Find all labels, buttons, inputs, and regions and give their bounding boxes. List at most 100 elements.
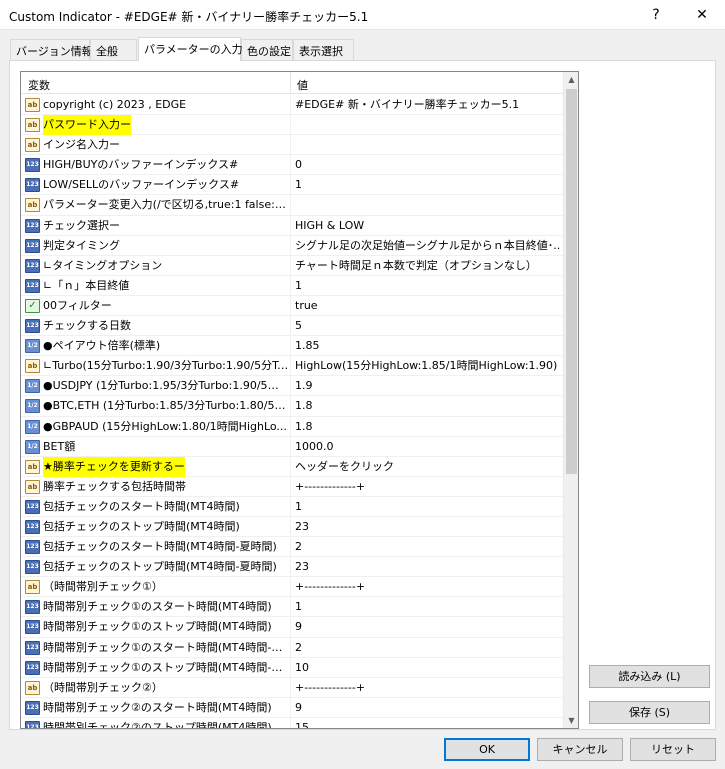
table-row[interactable]: 123 包括チェックのスタート時間(MT4時間) 1 bbox=[21, 496, 563, 517]
variable-cell[interactable]: ab ∟Turbo(15分Turbo:1.90/3分Turbo:1.90/5分Tu… bbox=[21, 356, 291, 377]
variable-cell[interactable]: 123 チェックする日数 bbox=[21, 316, 291, 337]
load-button[interactable]: 読み込み (L) bbox=[589, 665, 710, 688]
variable-cell[interactable]: 1/2 ●ペイアウト倍率(標準) bbox=[21, 336, 291, 357]
value-cell[interactable]: シグナル足の次足始値ーシグナル足からｎ本目終値･.. bbox=[291, 236, 563, 256]
variable-cell[interactable]: 1/2 ●USDJPY (1分Turbo:1.95/3分Turbo:1.90/5分… bbox=[21, 376, 291, 397]
cancel-button[interactable]: キャンセル bbox=[537, 738, 623, 761]
ok-button[interactable]: OK bbox=[444, 738, 530, 761]
tab-version-info[interactable]: バージョン情報 bbox=[10, 39, 93, 60]
table-row[interactable]: 123 LOW/SELLのバッファーインデックス# 1 bbox=[21, 175, 563, 196]
value-cell[interactable]: 0 bbox=[291, 155, 563, 175]
value-cell[interactable]: +-------------+ bbox=[291, 477, 563, 497]
help-button[interactable]: ? bbox=[633, 0, 679, 30]
table-row[interactable]: ab パラメーター変更入力(/で区切る,true:1 false:0)ー bbox=[21, 195, 563, 216]
variable-cell[interactable]: 123 ∟「ｎ」本目終値 bbox=[21, 275, 291, 296]
table-row[interactable]: 123 時間帯別チェック②のストップ時間(MT4時間) 15 bbox=[21, 717, 563, 728]
table-row[interactable]: 123 包括チェックのストップ時間(MT4時間-夏時間) 23 bbox=[21, 557, 563, 578]
variable-cell[interactable]: ab ★勝率チェックを更新するー bbox=[21, 456, 291, 477]
table-row[interactable]: 123 時間帯別チェック①のストップ時間(MT4時間) 9 bbox=[21, 617, 563, 638]
variable-cell[interactable]: 123 時間帯別チェック②のストップ時間(MT4時間) bbox=[21, 717, 291, 728]
scroll-up-icon[interactable]: ▲ bbox=[564, 72, 578, 87]
tab-display-select[interactable]: 表示選択 bbox=[293, 39, 354, 60]
save-button[interactable]: 保存 (S) bbox=[589, 701, 710, 724]
table-row[interactable]: ab （時間帯別チェック①） +-------------+ bbox=[21, 577, 563, 598]
value-cell[interactable]: 1 bbox=[291, 276, 563, 296]
variable-cell[interactable]: ab インジ名入力ー bbox=[21, 135, 291, 156]
vertical-scrollbar[interactable]: ▲ ▼ bbox=[563, 72, 578, 728]
variable-cell[interactable]: ab 勝率チェックする包括時間帯 bbox=[21, 476, 291, 497]
variable-cell[interactable]: 123 LOW/SELLのバッファーインデックス# bbox=[21, 175, 291, 196]
table-row[interactable]: 1/2 ●BTC,ETH (1分Turbo:1.85/3分Turbo:1.80/5… bbox=[21, 396, 563, 417]
variable-cell[interactable]: ab （時間帯別チェック①） bbox=[21, 577, 291, 598]
value-cell[interactable]: 1 bbox=[291, 497, 563, 517]
tab-general[interactable]: 全般 bbox=[90, 39, 137, 60]
variable-cell[interactable]: 123 時間帯別チェック①のストップ時間(MT4時間-夏･.. bbox=[21, 657, 291, 678]
value-cell[interactable]: 10 bbox=[291, 658, 563, 678]
value-cell[interactable]: 1000.0 bbox=[291, 437, 563, 457]
variable-cell[interactable]: 123 包括チェックのスタート時間(MT4時間) bbox=[21, 496, 291, 517]
table-row[interactable]: ✓ 00フィルター true bbox=[21, 295, 563, 317]
value-cell[interactable] bbox=[291, 135, 563, 155]
variable-cell[interactable]: 123 ∟タイミングオプション bbox=[21, 255, 291, 276]
table-row[interactable]: 123 HIGH/BUYのバッファーインデックス# 0 bbox=[21, 155, 563, 176]
column-header-variable[interactable]: 変数 bbox=[28, 77, 50, 93]
table-row[interactable]: 123 ∟タイミングオプション チャート時間足ｎ本数で判定（オプションなし） bbox=[21, 255, 563, 276]
value-cell[interactable]: 5 bbox=[291, 316, 563, 336]
value-cell[interactable]: 1.8 bbox=[291, 417, 563, 437]
variable-cell[interactable]: 123 チェック選択ー bbox=[21, 215, 291, 236]
table-row[interactable]: 123 包括チェックのストップ時間(MT4時間) 23 bbox=[21, 516, 563, 538]
variable-cell[interactable]: 123 時間帯別チェック②のスタート時間(MT4時間) bbox=[21, 697, 291, 718]
table-row[interactable]: 1/2 BET額 1000.0 bbox=[21, 436, 563, 457]
value-cell[interactable]: 15 bbox=[291, 718, 563, 728]
table-row[interactable]: 123 判定タイミング シグナル足の次足始値ーシグナル足からｎ本目終値･.. bbox=[21, 235, 563, 256]
table-row[interactable]: ab copyright (c) 2023 , EDGE #EDGE# 新・バイナリ… bbox=[21, 95, 563, 116]
table-row[interactable]: ab ∟Turbo(15分Turbo:1.90/3分Turbo:1.90/5分Tu… bbox=[21, 356, 563, 377]
variable-cell[interactable]: ab copyright (c) 2023 , EDGE bbox=[21, 95, 291, 115]
table-row[interactable]: 123 チェックする日数 5 bbox=[21, 316, 563, 337]
variable-cell[interactable]: ab パスワード入力ー bbox=[21, 115, 291, 136]
variable-cell[interactable]: 123 包括チェックのストップ時間(MT4時間) bbox=[21, 516, 291, 537]
table-row[interactable]: ab インジ名入力ー bbox=[21, 135, 563, 156]
column-header-value[interactable]: 値 bbox=[297, 77, 308, 93]
table-row[interactable]: 123 ∟「ｎ」本目終値 1 bbox=[21, 275, 563, 296]
tab-parameters[interactable]: パラメーターの入力 bbox=[138, 37, 243, 61]
table-row[interactable]: 1/2 ●GBPAUD (15分HighLow:1.80/1時間HighLo...… bbox=[21, 416, 563, 437]
table-row[interactable]: 123 時間帯別チェック②のスタート時間(MT4時間) 9 bbox=[21, 697, 563, 718]
table-row[interactable]: 123 包括チェックのスタート時間(MT4時間-夏時間) 2 bbox=[21, 537, 563, 558]
value-cell[interactable]: 9 bbox=[291, 617, 563, 637]
value-cell[interactable]: +-------------+ bbox=[291, 678, 563, 698]
scroll-thumb[interactable] bbox=[566, 89, 577, 474]
value-cell[interactable]: 2 bbox=[291, 537, 563, 557]
table-row[interactable]: ab ★勝率チェックを更新するー ヘッダーをクリック bbox=[21, 456, 563, 477]
value-cell[interactable]: HIGH & LOW bbox=[291, 216, 563, 236]
table-row[interactable]: ab パスワード入力ー bbox=[21, 115, 563, 136]
variable-cell[interactable]: 123 HIGH/BUYのバッファーインデックス# bbox=[21, 155, 291, 176]
variable-cell[interactable]: 1/2 ●GBPAUD (15分HighLow:1.80/1時間HighLo... bbox=[21, 416, 291, 437]
column-divider[interactable] bbox=[290, 72, 291, 94]
variable-cell[interactable]: 123 包括チェックのスタート時間(MT4時間-夏時間) bbox=[21, 537, 291, 558]
variable-cell[interactable]: 123 時間帯別チェック①のストップ時間(MT4時間) bbox=[21, 617, 291, 638]
variable-cell[interactable]: 123 時間帯別チェック①のスタート時間(MT4時間-夏･.. bbox=[21, 637, 291, 658]
variable-cell[interactable]: ab パラメーター変更入力(/で区切る,true:1 false:0)ー bbox=[21, 195, 291, 216]
table-row[interactable]: 123 時間帯別チェック①のスタート時間(MT4時間-夏･.. 2 bbox=[21, 637, 563, 658]
value-cell[interactable]: 1 bbox=[291, 175, 563, 195]
value-cell[interactable]: 1.8 bbox=[291, 396, 563, 416]
value-cell[interactable]: チャート時間足ｎ本数で判定（オプションなし） bbox=[291, 256, 563, 276]
variable-cell[interactable]: ✓ 00フィルター bbox=[21, 295, 291, 316]
variable-cell[interactable]: 1/2 ●BTC,ETH (1分Turbo:1.85/3分Turbo:1.80/5… bbox=[21, 396, 291, 417]
value-cell[interactable]: 23 bbox=[291, 557, 563, 577]
tab-colors[interactable]: 色の設定 bbox=[241, 39, 293, 60]
value-cell[interactable]: 1 bbox=[291, 597, 563, 617]
value-cell[interactable]: 1.85 bbox=[291, 336, 563, 356]
value-cell[interactable]: 1.9 bbox=[291, 376, 563, 396]
value-cell[interactable] bbox=[291, 195, 563, 215]
table-row[interactable]: 123 時間帯別チェック①のストップ時間(MT4時間-夏･.. 10 bbox=[21, 657, 563, 678]
table-row[interactable]: ab （時間帯別チェック②） +-------------+ bbox=[21, 677, 563, 698]
scroll-down-icon[interactable]: ▼ bbox=[564, 713, 578, 728]
value-cell[interactable]: 23 bbox=[291, 517, 563, 537]
variable-cell[interactable]: 123 判定タイミング bbox=[21, 235, 291, 256]
variable-cell[interactable]: ab （時間帯別チェック②） bbox=[21, 677, 291, 698]
reset-button[interactable]: リセット bbox=[630, 738, 716, 761]
value-cell[interactable]: 2 bbox=[291, 638, 563, 658]
table-row[interactable]: 123 チェック選択ー HIGH & LOW bbox=[21, 215, 563, 236]
